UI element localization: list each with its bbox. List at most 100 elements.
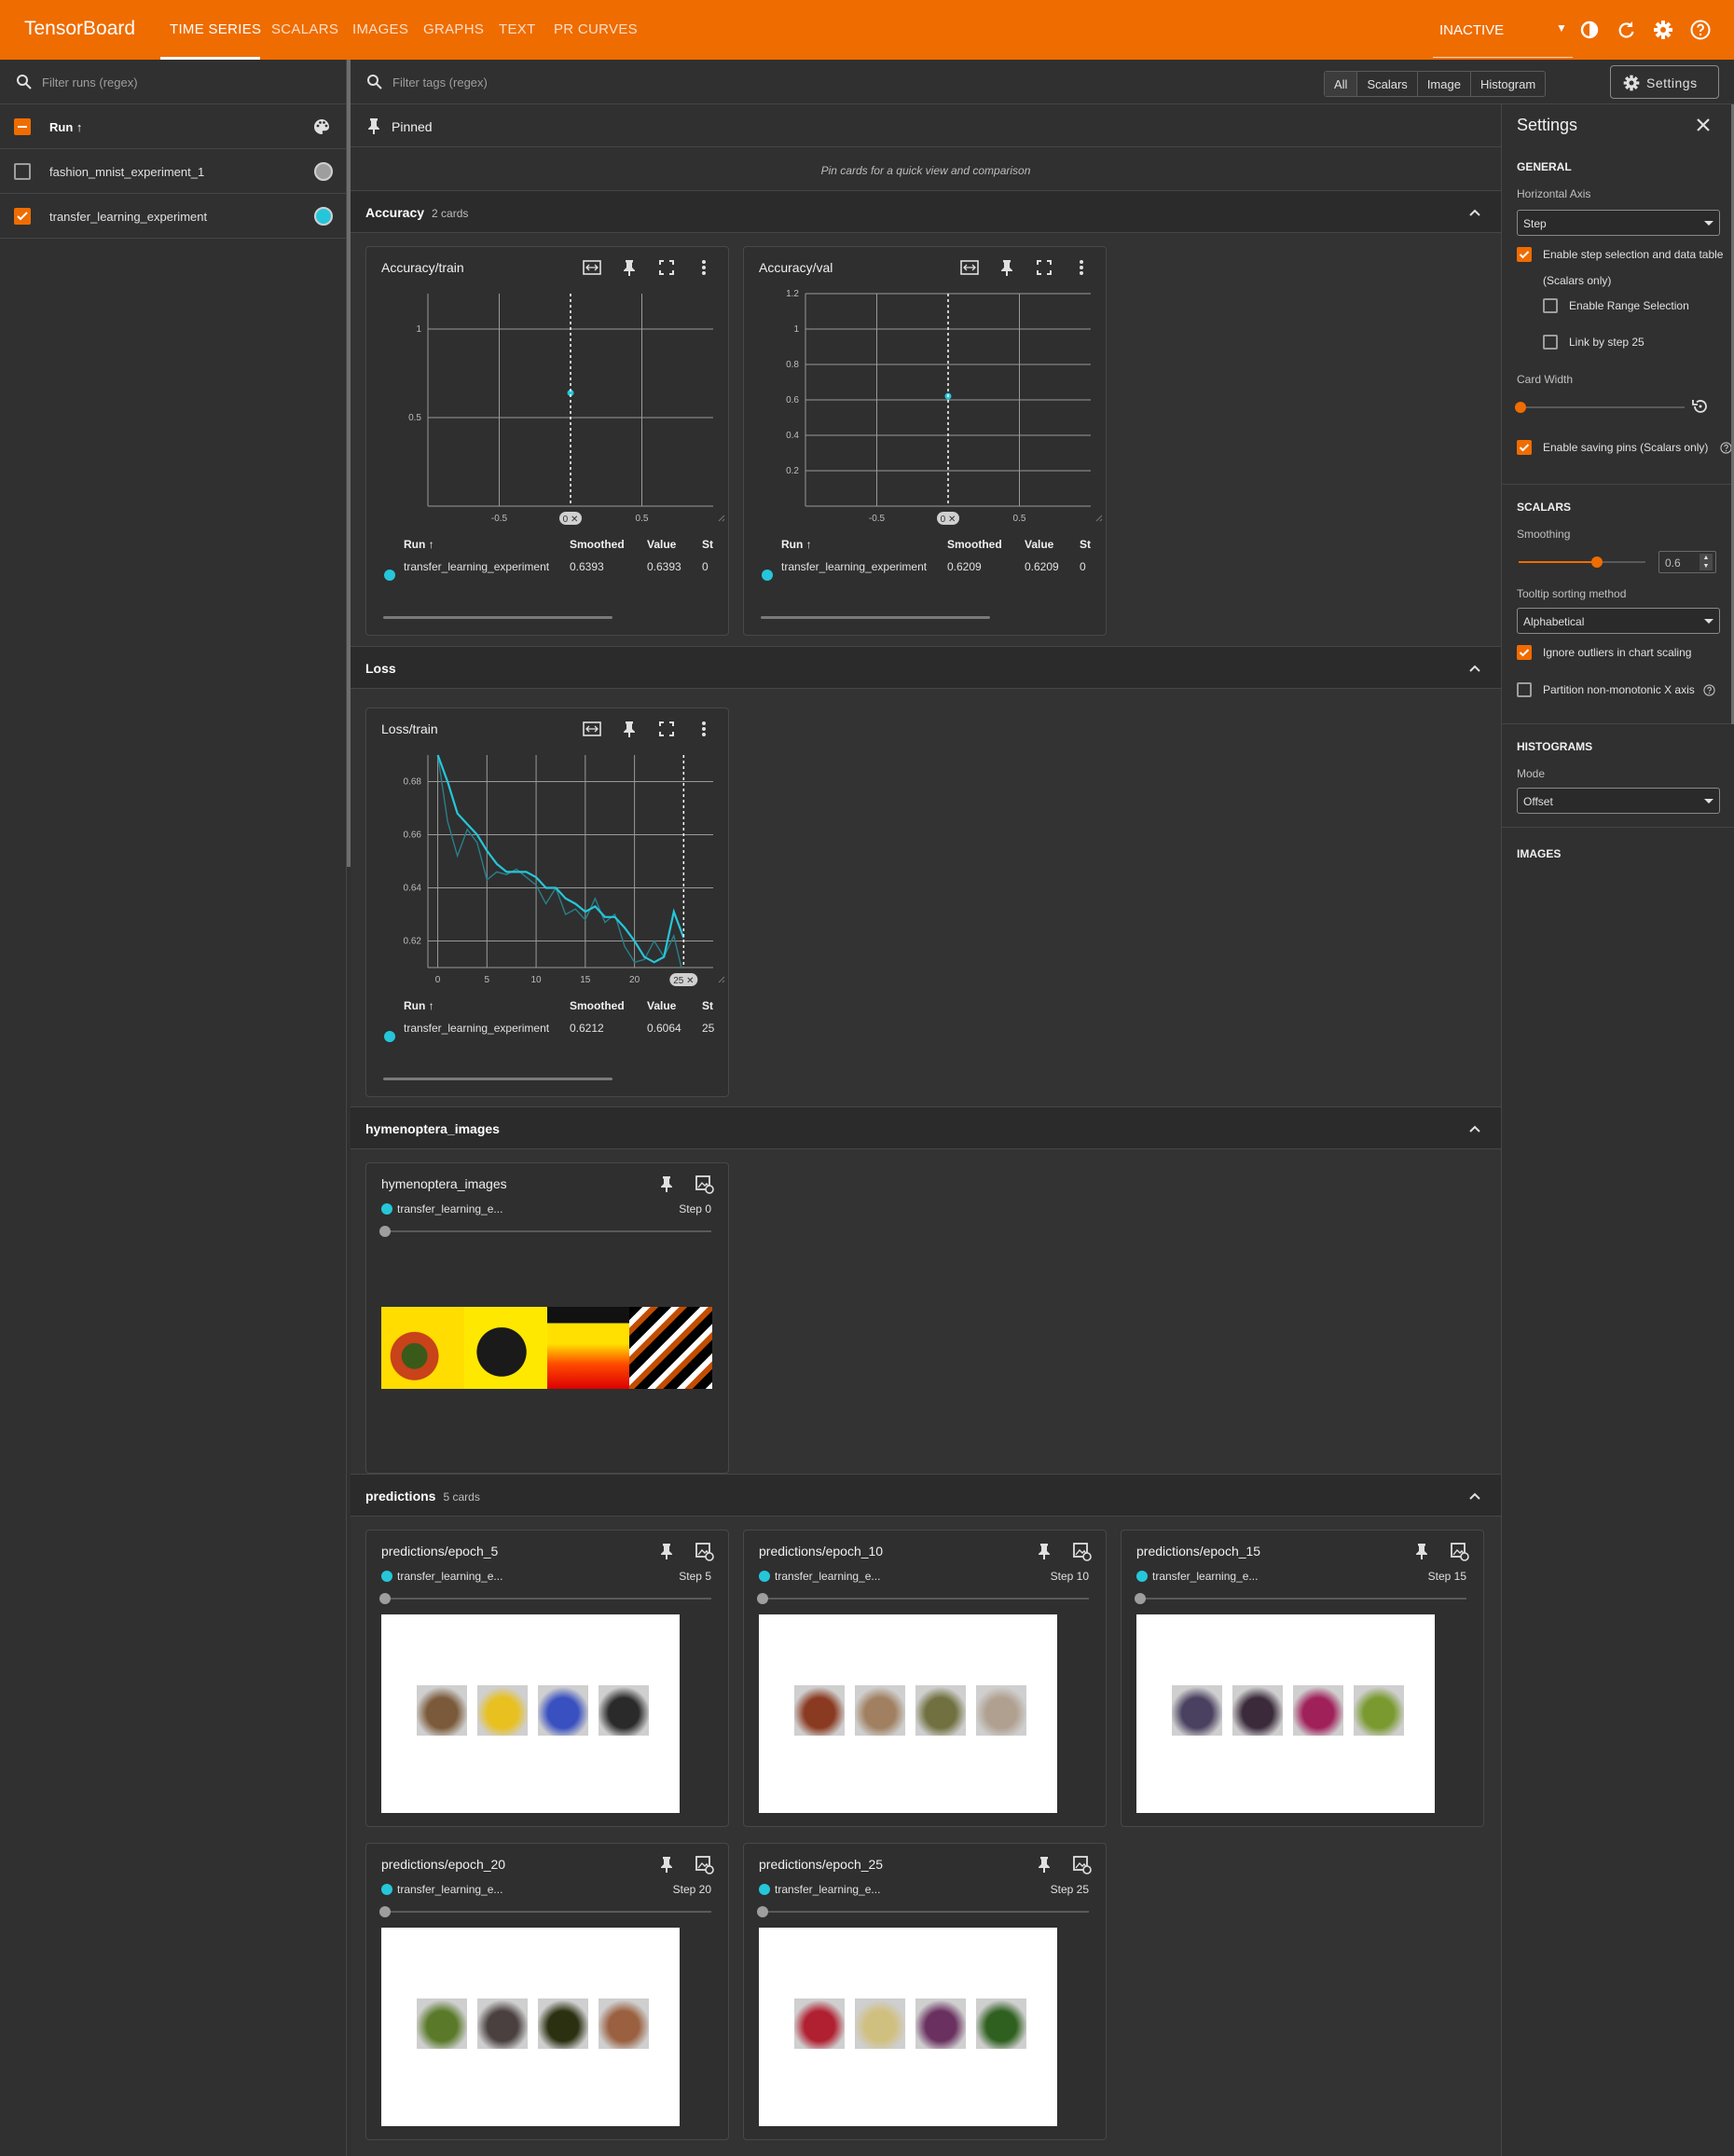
table-scrollbar[interactable] bbox=[383, 1078, 612, 1080]
ignore-outliers-checkbox[interactable] bbox=[1517, 645, 1532, 660]
tab-scalars[interactable]: SCALARS bbox=[271, 21, 338, 37]
run-checkbox[interactable] bbox=[14, 208, 31, 225]
step-slider[interactable] bbox=[1135, 1593, 1466, 1604]
table-header-value[interactable]: Value bbox=[647, 999, 676, 1012]
table-header-step[interactable]: St bbox=[702, 538, 728, 551]
accuracy-val-chart[interactable]: 1.2 1 0.8 0.6 0.4 0.2 -0.5 0.5 0 ✕ bbox=[744, 284, 1108, 527]
image-settings-icon[interactable] bbox=[1449, 1541, 1469, 1561]
run-row-transfer-learning[interactable]: transfer_learning_experiment bbox=[0, 194, 347, 239]
table-header-value[interactable]: Value bbox=[1025, 538, 1053, 551]
partition-checkbox[interactable] bbox=[1517, 682, 1532, 697]
pin-icon[interactable] bbox=[619, 719, 640, 739]
pin-icon[interactable] bbox=[1034, 1541, 1054, 1561]
card-width-slider[interactable] bbox=[1519, 406, 1685, 408]
group-header-accuracy[interactable]: Accuracy 2 cards bbox=[351, 190, 1501, 233]
slider-thumb[interactable] bbox=[757, 1906, 768, 1917]
histogram-mode-select[interactable]: Offset bbox=[1517, 788, 1720, 814]
refresh-icon[interactable] bbox=[1615, 19, 1637, 41]
settings-toggle-button[interactable]: Settings bbox=[1610, 65, 1719, 99]
help-outline-icon[interactable] bbox=[1703, 684, 1715, 696]
smoothing-slider-thumb[interactable] bbox=[1591, 556, 1603, 568]
close-icon[interactable] bbox=[1692, 114, 1714, 136]
image-settings-icon[interactable] bbox=[1071, 1854, 1092, 1874]
table-header-step[interactable]: St bbox=[702, 999, 728, 1012]
slider-thumb[interactable] bbox=[379, 1593, 391, 1604]
theme-icon[interactable] bbox=[1578, 19, 1601, 41]
slider-thumb[interactable] bbox=[379, 1906, 391, 1917]
tab-time-series[interactable]: TIME SERIES bbox=[170, 21, 261, 37]
chevron-up-icon[interactable] bbox=[1466, 1119, 1484, 1138]
runs-filter[interactable]: Filter runs (regex) bbox=[0, 60, 347, 104]
more-vert-icon[interactable] bbox=[694, 719, 714, 739]
pin-icon[interactable] bbox=[656, 1174, 677, 1194]
filter-all-button[interactable]: All bbox=[1325, 72, 1358, 96]
fit-domain-icon[interactable] bbox=[582, 257, 602, 278]
step-slider[interactable] bbox=[379, 1906, 711, 1917]
image-settings-icon[interactable] bbox=[694, 1541, 714, 1561]
pin-icon[interactable] bbox=[997, 257, 1017, 278]
saving-pins-checkbox[interactable] bbox=[1517, 440, 1532, 455]
chevron-up-icon[interactable] bbox=[1466, 659, 1484, 678]
table-scrollbar[interactable] bbox=[761, 616, 990, 619]
tab-graphs[interactable]: GRAPHS bbox=[423, 21, 484, 37]
image-settings-icon[interactable] bbox=[694, 1854, 714, 1874]
table-scrollbar[interactable] bbox=[383, 616, 612, 619]
step-slider[interactable] bbox=[757, 1593, 1089, 1604]
settings-gear-icon[interactable] bbox=[1652, 19, 1674, 41]
image-settings-icon[interactable] bbox=[1071, 1541, 1092, 1561]
fit-domain-icon[interactable] bbox=[959, 257, 980, 278]
more-vert-icon[interactable] bbox=[1071, 257, 1092, 278]
pin-icon[interactable] bbox=[1411, 1541, 1432, 1561]
more-vert-icon[interactable] bbox=[694, 257, 714, 278]
horizontal-axis-select[interactable]: Step bbox=[1517, 210, 1720, 236]
table-header-run[interactable]: Run ↑ bbox=[404, 538, 434, 551]
chevron-up-icon[interactable] bbox=[1466, 1487, 1484, 1505]
slider-thumb[interactable] bbox=[379, 1226, 391, 1237]
loss-train-chart[interactable]: 0.68 0.66 0.64 0.62 0 5 10 15 20 25 ✕ bbox=[366, 746, 730, 988]
pin-icon[interactable] bbox=[656, 1541, 677, 1561]
spin-buttons-icon[interactable]: ▲ ▼ bbox=[1700, 554, 1713, 570]
tab-images[interactable]: IMAGES bbox=[352, 21, 408, 37]
step-slider[interactable] bbox=[379, 1593, 711, 1604]
table-header-smoothed[interactable]: Smoothed bbox=[947, 538, 1002, 551]
run-color-swatch[interactable] bbox=[314, 207, 333, 226]
run-checkbox[interactable] bbox=[14, 163, 31, 180]
table-header-run[interactable]: Run ↑ bbox=[404, 999, 434, 1012]
fit-domain-icon[interactable] bbox=[582, 719, 602, 739]
filter-scalars-button[interactable]: Scalars bbox=[1357, 72, 1418, 96]
table-header-smoothed[interactable]: Smoothed bbox=[570, 999, 625, 1012]
chevron-up-icon[interactable] bbox=[1466, 203, 1484, 222]
help-icon[interactable] bbox=[1689, 19, 1712, 41]
select-all-runs-checkbox[interactable] bbox=[14, 118, 31, 135]
smoothing-input[interactable]: 0.6 ▲ ▼ bbox=[1658, 551, 1716, 573]
step-slider[interactable] bbox=[379, 1226, 711, 1237]
table-header-value[interactable]: Value bbox=[647, 538, 676, 551]
palette-icon[interactable] bbox=[312, 117, 331, 136]
table-header-step[interactable]: St bbox=[1080, 538, 1106, 551]
step-selection-checkbox[interactable] bbox=[1517, 247, 1532, 262]
table-header-run[interactable]: Run ↑ bbox=[781, 538, 812, 551]
range-selection-checkbox[interactable] bbox=[1543, 298, 1558, 313]
card-width-slider-thumb[interactable] bbox=[1515, 402, 1526, 413]
fullscreen-icon[interactable] bbox=[656, 257, 677, 278]
reset-icon[interactable] bbox=[1690, 396, 1711, 417]
tab-pr-curves[interactable]: PR CURVES bbox=[554, 21, 638, 37]
table-header-smoothed[interactable]: Smoothed bbox=[570, 538, 625, 551]
slider-thumb[interactable] bbox=[757, 1593, 768, 1604]
inactive-plugins-select[interactable]: INACTIVE ▼ bbox=[1433, 0, 1573, 58]
tooltip-sort-select[interactable]: Alphabetical bbox=[1517, 608, 1720, 634]
accuracy-train-chart[interactable]: 1 0.5 -0.5 0.5 0 ✕ bbox=[366, 284, 730, 527]
filter-image-button[interactable]: Image bbox=[1418, 72, 1471, 96]
image-settings-icon[interactable] bbox=[694, 1174, 714, 1194]
pin-icon[interactable] bbox=[656, 1854, 677, 1874]
group-header-loss[interactable]: Loss bbox=[351, 646, 1501, 689]
group-header-hymenoptera[interactable]: hymenoptera_images bbox=[351, 1106, 1501, 1149]
pin-icon[interactable] bbox=[1034, 1854, 1054, 1874]
tag-filter-input[interactable]: Filter tags (regex) bbox=[392, 76, 488, 89]
slider-thumb[interactable] bbox=[1135, 1593, 1146, 1604]
filter-histogram-button[interactable]: Histogram bbox=[1471, 72, 1545, 96]
run-color-swatch[interactable] bbox=[314, 162, 333, 181]
run-row-fashion-mnist[interactable]: fashion_mnist_experiment_1 bbox=[0, 149, 347, 194]
fullscreen-icon[interactable] bbox=[656, 719, 677, 739]
pin-icon[interactable] bbox=[619, 257, 640, 278]
